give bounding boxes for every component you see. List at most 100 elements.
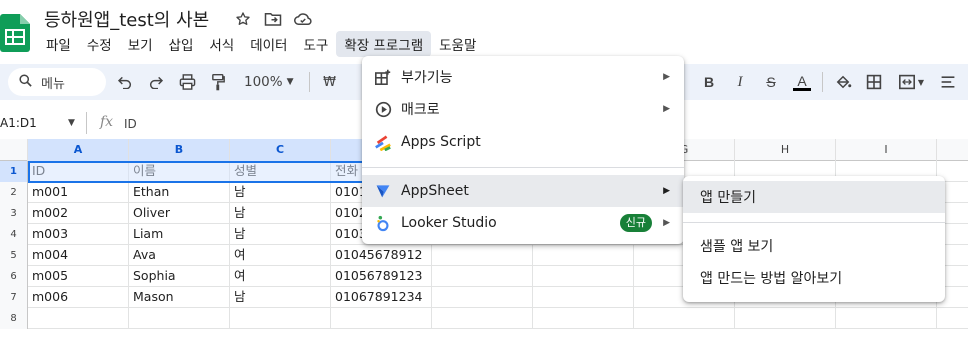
menu-data[interactable]: 데이터 (242, 31, 295, 57)
undo-icon[interactable] (114, 71, 136, 93)
sheets-logo-icon[interactable] (0, 14, 30, 52)
table-cell[interactable]: m001 (28, 182, 129, 202)
row-header[interactable]: 4 (0, 224, 28, 245)
table-cell[interactable]: Mason (129, 287, 230, 307)
table-cell[interactable]: 여 (230, 266, 331, 286)
table-cell[interactable] (432, 245, 533, 265)
appsheet-submenu: 앱 만들기 샘플 앱 보기 앱 만드는 방법 알아보기 (683, 176, 945, 302)
italic-icon[interactable]: I (729, 71, 751, 93)
menu-format[interactable]: 서식 (201, 31, 242, 57)
table-cell[interactable] (836, 308, 937, 328)
table-cell[interactable]: Ethan (129, 182, 230, 202)
redo-icon[interactable] (145, 71, 167, 93)
menu-search-box[interactable]: 메뉴 (8, 68, 106, 96)
paint-format-icon[interactable] (207, 71, 229, 93)
table-cell[interactable]: Ava (129, 245, 230, 265)
menu-item-macros[interactable]: 매크로 ▶ (362, 93, 684, 125)
zoom-value: 100% (244, 74, 283, 90)
menu-item-apps-script[interactable]: Apps Script (362, 126, 684, 158)
search-label: 메뉴 (41, 76, 65, 92)
table-cell[interactable]: m003 (28, 224, 129, 244)
menu-tools[interactable]: 도구 (295, 31, 336, 57)
print-icon[interactable] (176, 71, 198, 93)
table-cell[interactable]: 여 (230, 245, 331, 265)
star-icon[interactable] (232, 9, 254, 29)
toolbar-divider (308, 72, 310, 92)
table-cell[interactable]: 01067891234 (331, 287, 432, 307)
chevron-down-icon: ▼ (286, 77, 294, 87)
row-header[interactable]: 7 (0, 287, 28, 308)
extensions-menu: 부가기능 ▶ 매크로 ▶ Apps Script AppSheet ▶ Look… (362, 56, 684, 244)
table-cell[interactable]: 남 (230, 182, 331, 202)
table-cell[interactable]: 남 (230, 203, 331, 223)
table-cell[interactable] (230, 308, 331, 328)
row-header[interactable]: 5 (0, 245, 28, 266)
table-cell[interactable] (533, 287, 634, 307)
table-cell[interactable]: Oliver (129, 203, 230, 223)
table-cell[interactable] (129, 308, 230, 328)
submenu-view-sample-apps[interactable]: 샘플 앱 보기 (683, 230, 945, 262)
chevron-down-icon[interactable]: ▼ (68, 118, 75, 128)
row-header[interactable]: 1 (0, 161, 28, 182)
bold-icon[interactable]: B (698, 71, 720, 93)
menu-extensions[interactable]: 확장 프로그램 (336, 31, 432, 57)
column-header[interactable]: I (836, 139, 937, 161)
column-header[interactable]: A (28, 139, 129, 161)
row-header[interactable]: 8 (0, 308, 28, 329)
menu-file[interactable]: 파일 (38, 31, 79, 57)
menu-item-looker-studio[interactable]: Looker Studio 신규 ▶ (362, 207, 684, 239)
chevron-right-icon: ▶ (663, 186, 670, 196)
move-folder-icon[interactable] (262, 9, 284, 29)
table-cell[interactable]: Liam (129, 224, 230, 244)
menu-item-addons[interactable]: 부가기능 ▶ (362, 61, 684, 93)
table-cell[interactable]: 남 (230, 287, 331, 307)
column-header[interactable]: B (129, 139, 230, 161)
table-cell[interactable]: Sophia (129, 266, 230, 286)
menu-edit[interactable]: 수정 (79, 31, 120, 57)
table-cell[interactable]: 남 (230, 224, 331, 244)
currency-format-button[interactable]: ₩ (319, 71, 341, 93)
table-cell[interactable] (432, 287, 533, 307)
formula-input[interactable]: ID (124, 117, 137, 131)
table-cell[interactable] (28, 308, 129, 328)
document-title[interactable]: 등하원앱_test의 사본 (44, 6, 209, 32)
row-header[interactable]: 3 (0, 203, 28, 224)
menubar: 파일 수정 보기 삽입 서식 데이터 도구 확장 프로그램 도움말 (38, 31, 484, 57)
fill-color-icon[interactable] (832, 71, 854, 93)
table-cell[interactable] (432, 266, 533, 286)
menu-help[interactable]: 도움말 (431, 31, 484, 57)
table-cell[interactable]: m002 (28, 203, 129, 223)
row-header[interactable]: 2 (0, 182, 28, 203)
table-cell[interactable] (331, 308, 432, 328)
submenu-create-app[interactable]: 앱 만들기 (683, 181, 945, 213)
table-cell[interactable]: m006 (28, 287, 129, 307)
menu-item-appsheet[interactable]: AppSheet ▶ (362, 175, 684, 207)
search-icon (18, 73, 33, 92)
strikethrough-icon[interactable]: S (760, 71, 782, 93)
table-cell[interactable] (533, 308, 634, 328)
table-cell[interactable] (432, 308, 533, 328)
table-cell[interactable] (533, 245, 634, 265)
text-color-icon[interactable]: A (791, 71, 813, 93)
menu-view[interactable]: 보기 (120, 31, 161, 57)
column-header[interactable]: C (230, 139, 331, 161)
table-cell[interactable] (735, 308, 836, 328)
align-icon[interactable] (937, 71, 959, 93)
table-cell[interactable] (634, 308, 735, 328)
menu-insert[interactable]: 삽입 (161, 31, 202, 57)
borders-icon[interactable] (863, 71, 885, 93)
column-header[interactable]: H (735, 139, 836, 161)
row-header[interactable]: 6 (0, 266, 28, 287)
select-all-corner[interactable] (0, 139, 28, 161)
table-cell[interactable]: m005 (28, 266, 129, 286)
cloud-status-icon[interactable] (292, 9, 314, 29)
submenu-learn-how[interactable]: 앱 만드는 방법 알아보기 (683, 262, 945, 294)
table-cell[interactable] (533, 266, 634, 286)
table-cell[interactable]: 01045678912 (331, 245, 432, 265)
toolbar-divider (822, 72, 823, 92)
name-box[interactable]: A1:D1 (0, 116, 37, 130)
table-cell[interactable]: 01056789123 (331, 266, 432, 286)
zoom-select[interactable]: 100% ▼ (244, 74, 294, 90)
merge-cells-icon[interactable]: ▼ (894, 71, 928, 93)
table-cell[interactable]: m004 (28, 245, 129, 265)
